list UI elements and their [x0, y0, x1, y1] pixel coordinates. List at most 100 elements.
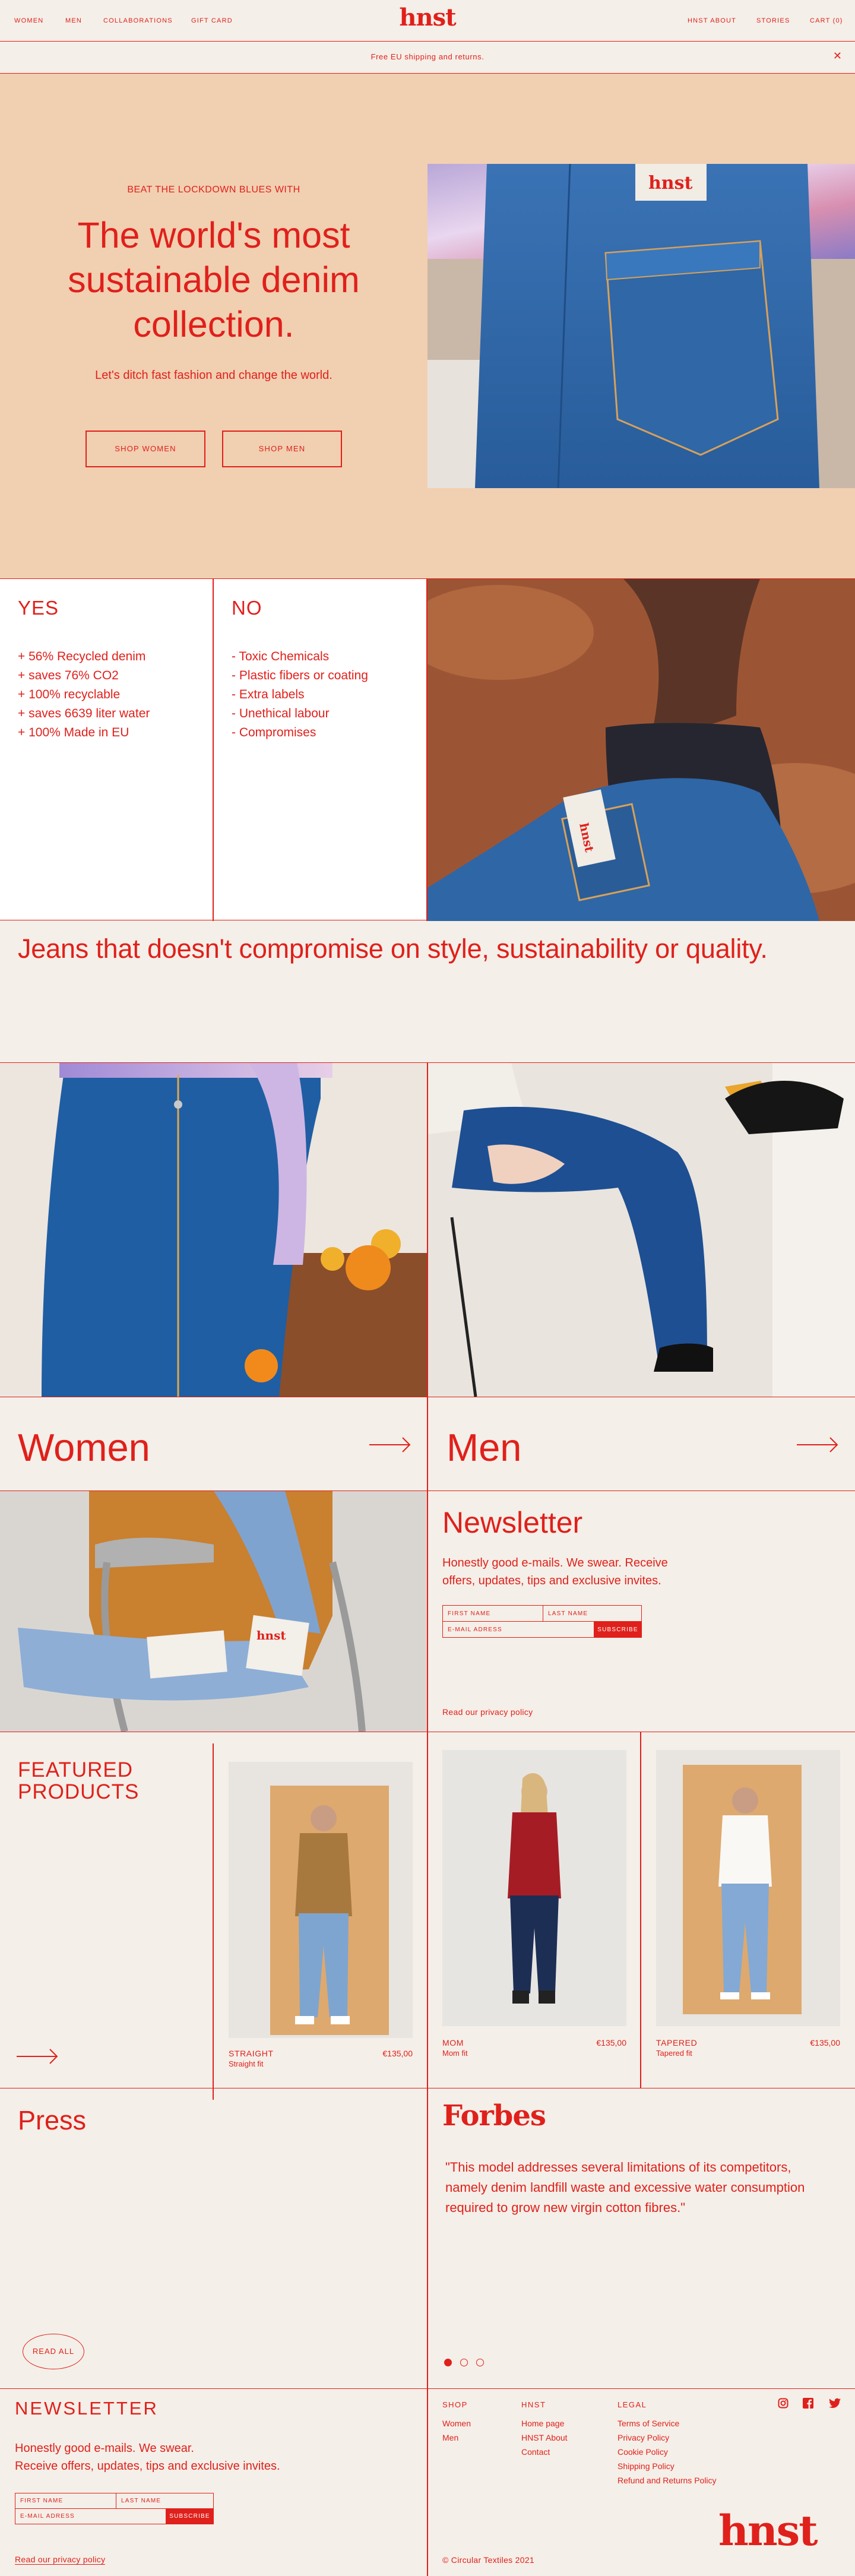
product-image-mom[interactable]	[442, 1750, 626, 2026]
footer-link-cookie[interactable]: Cookie Policy	[618, 2447, 668, 2457]
newsletter-text: Honestly good e-mails. We swear. Receive…	[442, 1556, 668, 1587]
footer-newsletter-line: Honestly good e-mails. We swear.	[15, 2442, 194, 2455]
hero-image: hnst	[428, 164, 855, 488]
footer-first-name-field[interactable]	[15, 2493, 116, 2509]
arrow-right-icon[interactable]	[369, 1436, 412, 1454]
nav-stories[interactable]: STORIES	[756, 17, 790, 24]
product-price: €135,00	[382, 2049, 413, 2058]
footer-link-refund[interactable]: Refund and Returns Policy	[618, 2476, 717, 2485]
instagram-icon[interactable]	[778, 2398, 788, 2409]
product-image-tapered[interactable]	[656, 1750, 840, 2026]
list-item: + saves 6639 liter water	[18, 707, 150, 720]
divider	[640, 1732, 641, 2088]
footer-link-contact[interactable]: Contact	[521, 2447, 550, 2457]
hero-title: The world's most sustainable denim colle…	[68, 215, 360, 344]
product-image-straight[interactable]	[229, 1762, 413, 2038]
first-name-field[interactable]	[442, 1605, 543, 1622]
men-category-image[interactable]	[428, 1063, 855, 1397]
product-fit: Mom fit	[442, 2049, 468, 2058]
yes-title: YES	[18, 597, 59, 619]
list-item: + saves 76% CO2	[18, 669, 119, 682]
email-field[interactable]	[442, 1621, 594, 1638]
list-item: - Unethical labour	[232, 707, 330, 720]
footer-last-name-field[interactable]	[116, 2493, 214, 2509]
product-name[interactable]: STRAIGHT	[229, 2049, 274, 2058]
press-title: Press	[18, 2105, 87, 2135]
nav-men[interactable]: MEN	[65, 17, 82, 24]
list-item: + 56% Recycled denim	[18, 650, 146, 663]
last-name-field[interactable]	[543, 1605, 642, 1622]
nav-gift-card[interactable]: GIFT CARD	[191, 17, 233, 24]
newsletter-title: Newsletter	[442, 1506, 583, 1539]
values-image: hnst	[428, 579, 855, 921]
footer-link-terms[interactable]: Terms of Service	[618, 2419, 679, 2428]
footer-logo[interactable]: hnst	[718, 2506, 818, 2555]
shop-women-button[interactable]: SHOP WOMEN	[86, 431, 205, 467]
footer-email-field[interactable]	[15, 2508, 166, 2524]
divider	[213, 1743, 214, 2100]
banner-text: Free EU shipping and returns.	[370, 52, 484, 61]
site-logo[interactable]: hnst	[399, 4, 456, 31]
site-header: WOMEN MEN COLLABORATIONS GIFT CARD hnst …	[0, 0, 855, 42]
divider	[0, 2388, 855, 2389]
product-price: €135,00	[596, 2038, 626, 2047]
no-title: NO	[232, 597, 262, 619]
product-name[interactable]: MOM	[442, 2038, 464, 2047]
footer-link-privacy[interactable]: Privacy Policy	[618, 2433, 669, 2442]
women-category-image[interactable]	[0, 1063, 427, 1397]
twitter-icon[interactable]	[829, 2398, 841, 2409]
footer-link-about[interactable]: HNST About	[521, 2433, 568, 2442]
shop-men-button[interactable]: SHOP MEN	[222, 431, 342, 467]
footer-col-title: HNST	[521, 2400, 546, 2409]
footer-col-title: LEGAL	[618, 2400, 647, 2409]
list-item: - Extra labels	[232, 688, 305, 701]
nav-cart[interactable]: CART (0)	[810, 17, 843, 24]
subscribe-button[interactable]: SUBSCRIBE	[594, 1621, 642, 1638]
hero-section: BEAT THE LOCKDOWN BLUES WITH The world's…	[0, 74, 855, 578]
footer-newsletter-text: Honestly good e-mails. We swear. Receive…	[15, 2439, 280, 2475]
privacy-link[interactable]: Read our privacy policy	[442, 1707, 533, 1717]
chair-tag-text: hnst	[256, 1628, 286, 1643]
press-source-logo: Forbes	[442, 2099, 546, 2132]
product-fit: Straight fit	[229, 2059, 264, 2068]
carousel-dot[interactable]	[476, 2359, 484, 2366]
product-price: €135,00	[810, 2038, 840, 2047]
facebook-icon[interactable]	[803, 2398, 813, 2409]
list-item: - Compromises	[232, 726, 316, 739]
read-all-button[interactable]: READ ALL	[23, 2334, 84, 2369]
list-item: + 100% recyclable	[18, 688, 121, 701]
nav-hnst-about[interactable]: HNST ABOUT	[688, 17, 736, 24]
featured-title: FEATURED PRODUCTS	[18, 1758, 140, 1803]
arrow-right-icon[interactable]	[797, 1436, 840, 1454]
close-icon[interactable]: ✕	[833, 50, 842, 62]
category-men-link[interactable]: Men	[446, 1425, 521, 1470]
footer-link-home[interactable]: Home page	[521, 2419, 564, 2428]
list-item: + 100% Made in EU	[18, 726, 129, 739]
category-women-link[interactable]: Women	[18, 1425, 150, 1470]
footer-subscribe-button[interactable]: SUBSCRIBE	[166, 2508, 214, 2524]
footer-newsletter-title: NEWSLETTER	[15, 2398, 159, 2419]
copyright: © Circular Textiles 2021	[442, 2555, 534, 2565]
product-fit: Tapered fit	[656, 2049, 692, 2058]
list-item: - Toxic Chemicals	[232, 650, 330, 663]
footer-link-shipping[interactable]: Shipping Policy	[618, 2461, 674, 2471]
nav-collaborations[interactable]: COLLABORATIONS	[103, 17, 173, 24]
arrow-right-icon[interactable]	[17, 2047, 59, 2065]
footer-privacy-link[interactable]: Read our privacy policy	[15, 2555, 106, 2565]
carousel-dot[interactable]	[460, 2359, 468, 2366]
hero-subtitle: Let's ditch fast fashion and change the …	[95, 369, 332, 382]
footer-newsletter-line: Receive offers, updates, tips and exclus…	[15, 2460, 280, 2473]
divider	[427, 2088, 428, 2576]
footer-link-men[interactable]: Men	[442, 2433, 458, 2442]
yes-list: + 56% Recycled denim + saves 76% CO2 + 1…	[18, 647, 150, 742]
no-list: - Toxic Chemicals - Plastic fibers or co…	[232, 647, 368, 742]
list-item: - Plastic fibers or coating	[232, 669, 368, 682]
footer-link-women[interactable]: Women	[442, 2419, 471, 2428]
divider	[213, 579, 214, 921]
product-name[interactable]: TAPERED	[656, 2038, 697, 2047]
footer-col-title: SHOP	[442, 2400, 468, 2409]
values-section: YES + 56% Recycled denim + saves 76% CO2…	[0, 578, 855, 921]
denim-chair-image: hnst	[0, 1491, 427, 1732]
carousel-dot-active[interactable]	[444, 2359, 452, 2366]
nav-women[interactable]: WOMEN	[14, 17, 43, 24]
